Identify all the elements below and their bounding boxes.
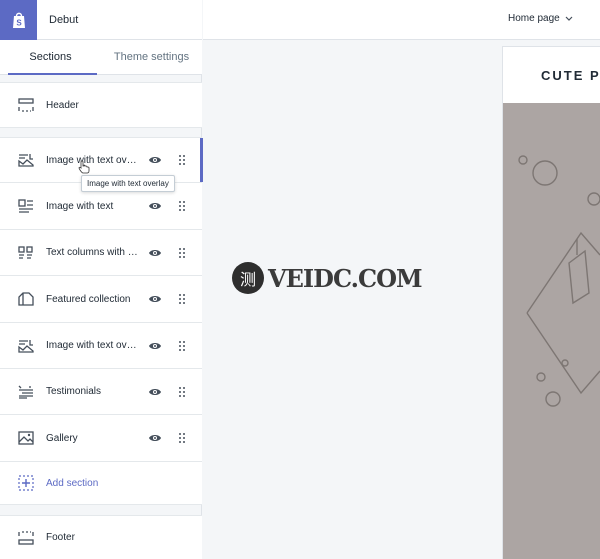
page-selector[interactable]: Home page <box>508 13 573 24</box>
section-label: Footer <box>46 532 75 543</box>
header-icon <box>18 97 34 113</box>
drag-handle-icon[interactable] <box>178 340 186 352</box>
eye-icon[interactable] <box>148 433 162 443</box>
tab-theme-settings[interactable]: Theme settings <box>101 40 202 74</box>
eye-icon[interactable] <box>148 155 162 165</box>
watermark-text: VEIDC.COM <box>268 263 423 293</box>
section-label: Testimonials <box>46 386 102 397</box>
sidebar: S Debut Sections Theme settings Header I… <box>0 0 203 559</box>
drag-handle-icon[interactable] <box>178 247 186 259</box>
section-label: Gallery <box>46 432 78 444</box>
section-label: Image with text <box>46 200 114 212</box>
collection-icon <box>18 291 34 307</box>
footer-icon <box>18 530 34 546</box>
eye-icon[interactable] <box>148 201 162 211</box>
drag-handle-icon[interactable] <box>178 200 186 212</box>
section-label: Featured collection <box>46 293 131 305</box>
drag-handle-icon[interactable] <box>178 154 186 166</box>
section-row-featured-collection[interactable]: Featured collection <box>0 276 202 323</box>
hero-illustration <box>518 155 600 407</box>
drag-handle-icon[interactable] <box>178 293 186 305</box>
hand-cursor-icon <box>78 160 90 174</box>
section-row-testimonials[interactable]: Testimonials <box>0 369 202 415</box>
testimonials-icon <box>18 384 34 400</box>
sidebar-header: S Debut <box>0 0 202 40</box>
add-icon <box>18 475 34 491</box>
theme-editor: S Debut Sections Theme settings Header I… <box>0 0 600 559</box>
theme-name: Debut <box>49 13 79 26</box>
eye-icon[interactable] <box>148 387 162 397</box>
gallery-icon <box>18 430 34 446</box>
section-row-gallery[interactable]: Gallery <box>0 415 202 462</box>
eye-icon[interactable] <box>148 294 162 304</box>
image-overlay-icon <box>18 152 34 168</box>
section-row-footer[interactable]: Footer <box>0 515 202 559</box>
store-preview: CUTE P <box>503 47 600 559</box>
add-section-label: Add section <box>46 477 99 489</box>
chevron-down-icon <box>565 16 573 21</box>
watermark: 测 VEIDC.COM <box>232 262 423 294</box>
sidebar-tabs: Sections Theme settings <box>0 40 202 75</box>
editor-topbar: Home page <box>203 0 600 40</box>
watermark-glyph: 测 <box>232 262 264 294</box>
image-overlay-icon <box>18 338 34 354</box>
hero-image <box>503 103 600 559</box>
section-row-text-columns[interactable]: Text columns with images <box>0 230 202 276</box>
store-title: CUTE P <box>541 67 600 83</box>
section-row-image-overlay-2[interactable]: Image with text overlay <box>0 323 202 369</box>
image-text-icon <box>18 198 34 214</box>
tab-sections[interactable]: Sections <box>0 40 101 75</box>
section-label: Header <box>46 99 79 111</box>
shopify-logo-icon[interactable]: S <box>0 0 37 40</box>
page-selector-value: Home page <box>508 13 560 24</box>
add-section-button[interactable]: Add section <box>0 462 202 505</box>
svg-text:S: S <box>16 18 22 27</box>
drag-handle-icon[interactable] <box>178 432 186 444</box>
columns-icon <box>18 245 34 261</box>
eye-icon[interactable] <box>148 248 162 258</box>
drag-handle-icon[interactable] <box>178 386 186 398</box>
store-header: CUTE P <box>503 47 600 103</box>
tooltip: Image with text overlay <box>81 175 175 192</box>
section-label: Image with text overlay <box>46 154 138 166</box>
section-label: Text columns with images <box>46 247 138 258</box>
section-row-header[interactable]: Header <box>0 82 202 128</box>
eye-icon[interactable] <box>148 341 162 351</box>
section-label: Image with text overlay <box>46 340 138 351</box>
